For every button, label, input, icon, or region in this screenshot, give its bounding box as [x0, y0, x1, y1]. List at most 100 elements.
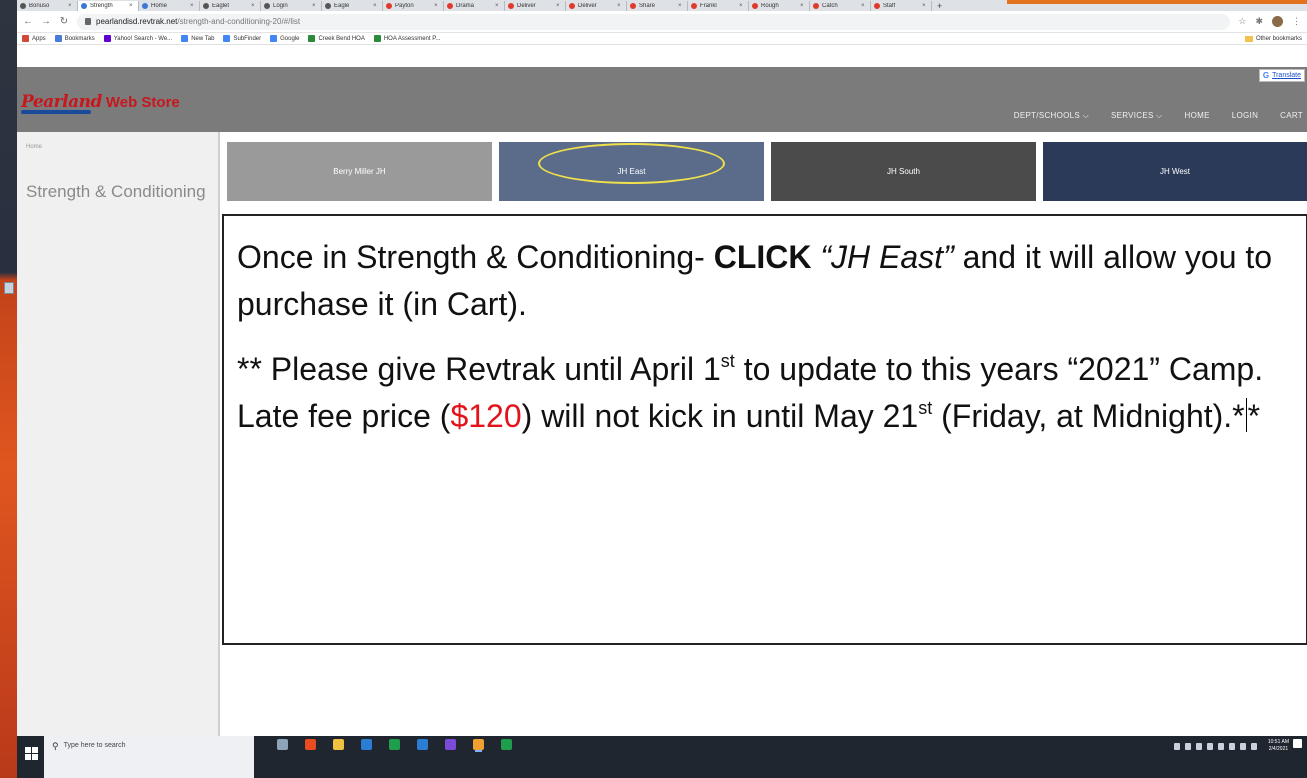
- bookmark-item[interactable]: Creek Bend HOA: [308, 35, 365, 42]
- forward-icon[interactable]: →: [41, 16, 51, 27]
- clock-date: 2/4/2021: [1268, 746, 1289, 752]
- bookmark-item[interactable]: Google: [270, 35, 299, 42]
- close-icon[interactable]: ×: [617, 3, 621, 9]
- windows-start-icon[interactable]: [25, 747, 38, 760]
- close-icon[interactable]: ×: [739, 3, 743, 9]
- bookmark-item[interactable]: SubFinder: [223, 35, 261, 42]
- taskbar-app-icon[interactable]: [305, 739, 316, 750]
- browser-tab[interactable]: Deliver ×: [566, 1, 627, 11]
- nav-home[interactable]: HOME: [1185, 111, 1210, 121]
- browser-tab[interactable]: Payton ×: [383, 1, 444, 11]
- tile-jh-south[interactable]: JH South: [771, 142, 1036, 201]
- menu-icon[interactable]: ⋮: [1292, 16, 1301, 27]
- house-icon: [373, 35, 381, 42]
- extensions-icon[interactable]: ✱: [1255, 16, 1263, 27]
- taskbar-app-icon[interactable]: [389, 739, 400, 750]
- close-icon[interactable]: ×: [678, 3, 682, 9]
- browser-tab[interactable]: Deliver ×: [505, 1, 566, 11]
- tray-icon[interactable]: [1228, 742, 1235, 750]
- taskbar-app-icon[interactable]: [501, 739, 512, 750]
- taskbar-app-icon[interactable]: [417, 739, 428, 750]
- tab-label: Payton: [395, 3, 414, 9]
- other-bookmarks[interactable]: Other bookmarks: [1244, 35, 1302, 42]
- google-icon: G: [1262, 71, 1270, 80]
- browser-tab[interactable]: Eaglet ×: [200, 1, 261, 11]
- close-icon[interactable]: ×: [68, 3, 72, 9]
- close-icon[interactable]: ×: [922, 3, 926, 9]
- nav-cart[interactable]: CART: [1280, 111, 1303, 121]
- close-icon[interactable]: ×: [251, 3, 255, 9]
- taskbar-app-icon[interactable]: [361, 739, 372, 750]
- bookmark-item[interactable]: Yahoo! Search - We...: [103, 35, 172, 42]
- taskbar-app-icon[interactable]: [333, 739, 344, 750]
- tile-jh-east[interactable]: JH East: [499, 142, 764, 201]
- bookmark-item[interactable]: HOA Assessment P...: [373, 35, 440, 42]
- url-input[interactable]: pearlandisd.revtrak.net /strength-and-co…: [77, 13, 1231, 30]
- tray-icon[interactable]: [1184, 742, 1191, 750]
- taskbar-app-icon[interactable]: [473, 739, 484, 750]
- translate-button[interactable]: G Translate: [1258, 69, 1305, 82]
- close-icon[interactable]: ×: [373, 3, 377, 9]
- desktop-icon[interactable]: [4, 282, 14, 294]
- close-icon[interactable]: ×: [312, 3, 316, 9]
- browser-tab[interactable]: Login ×: [261, 1, 322, 11]
- browser-tab[interactable]: Eagle ×: [322, 1, 383, 11]
- tray-icon[interactable]: [1206, 742, 1213, 750]
- browser-tab[interactable]: Strength ×: [78, 1, 139, 11]
- bookmark-item[interactable]: Bookmarks: [54, 35, 95, 42]
- taskbar-app-icon[interactable]: [445, 739, 456, 750]
- nav-services[interactable]: SERVICES ⌵: [1111, 111, 1163, 121]
- search-placeholder: Type here to search: [63, 742, 126, 749]
- close-icon[interactable]: ×: [556, 3, 560, 9]
- school-tiles: Berry Miller JH JH East JH South JH West: [227, 142, 1307, 201]
- desktop-background: [0, 0, 17, 778]
- new-tab-button[interactable]: +: [932, 1, 942, 11]
- wifi-icon[interactable]: [1239, 742, 1246, 750]
- clock[interactable]: 10:51 AM 2/4/2021: [1268, 739, 1289, 753]
- tray-icon[interactable]: [1195, 742, 1202, 750]
- close-icon[interactable]: ×: [129, 3, 133, 9]
- site-logo[interactable]: Pearland Web Store: [21, 92, 180, 114]
- favicon-icon: [874, 3, 880, 9]
- browser-tab[interactable]: Rough ×: [749, 1, 810, 11]
- browser-tab[interactable]: Catch ×: [810, 1, 871, 11]
- browser-tab[interactable]: Share ×: [627, 1, 688, 11]
- browser-tab[interactable]: Bonuso ×: [17, 1, 78, 11]
- tab-label: Eagle: [334, 3, 350, 9]
- screen: Bonuso × Strength × Home × Eaglet × Login × Eagle ×…: [0, 0, 1307, 778]
- tab-label: Staff: [883, 3, 896, 9]
- browser-tab[interactable]: Home ×: [139, 1, 200, 11]
- nav-dept-schools[interactable]: DEPT/SCHOOLS ⌵: [1014, 111, 1089, 121]
- tray-icon[interactable]: [1173, 742, 1180, 750]
- address-bar: ← → ↻ pearlandisd.revtrak.net /strength-…: [17, 11, 1307, 33]
- bookmarks-bar: Apps Bookmarks Yahoo! Search - We... New…: [17, 33, 1307, 45]
- close-icon[interactable]: ×: [800, 3, 804, 9]
- browser-tab[interactable]: Staff ×: [871, 1, 932, 11]
- nav-login[interactable]: LOGIN: [1232, 111, 1258, 121]
- tray-icon[interactable]: [1217, 742, 1224, 750]
- bookmark-item[interactable]: Apps: [22, 35, 46, 42]
- tab-label: Frankl: [700, 3, 717, 9]
- notifications-icon[interactable]: [1293, 739, 1302, 748]
- browser-tab[interactable]: Frankl ×: [688, 1, 749, 11]
- bookmark-item[interactable]: New Tab: [181, 35, 214, 42]
- close-icon[interactable]: ×: [495, 3, 499, 9]
- close-icon[interactable]: ×: [434, 3, 438, 9]
- favicon-icon: [813, 3, 819, 9]
- breadcrumb[interactable]: Home: [26, 144, 42, 150]
- taskbar-app-icon[interactable]: [277, 739, 288, 750]
- tile-berry-miller-jh[interactable]: Berry Miller JH: [227, 142, 492, 201]
- volume-icon[interactable]: [1250, 742, 1257, 750]
- avatar[interactable]: [1272, 16, 1283, 27]
- taskbar-search-input[interactable]: ⚲ Type here to search: [44, 736, 254, 778]
- reload-icon[interactable]: ↻: [59, 16, 69, 27]
- globe-icon: [223, 35, 231, 42]
- tile-jh-west[interactable]: JH West: [1043, 142, 1307, 201]
- browser-tab[interactable]: Drama ×: [444, 1, 505, 11]
- close-icon[interactable]: ×: [190, 3, 194, 9]
- tab-label: Strength: [90, 3, 113, 9]
- star-icon[interactable]: ☆: [1238, 16, 1246, 27]
- close-icon[interactable]: ×: [861, 3, 865, 9]
- back-icon[interactable]: ←: [23, 16, 33, 27]
- lock-icon: [85, 18, 91, 25]
